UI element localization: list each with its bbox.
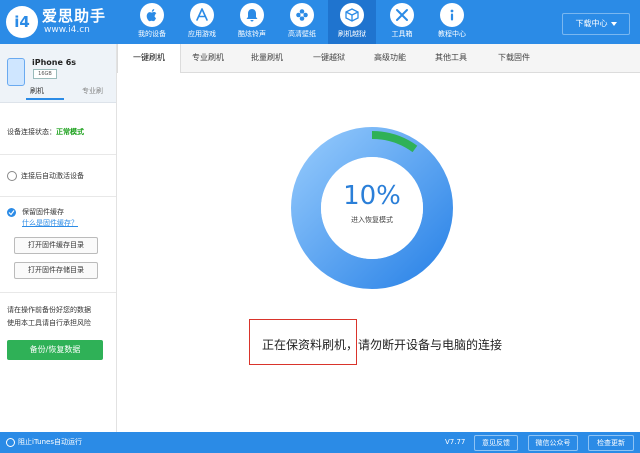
progress-ring: 10% 进入恢复模式 bbox=[287, 123, 457, 293]
device-card: iPhone 6s 16GB 刷机 专业刷 bbox=[0, 44, 116, 103]
block-itunes-radio[interactable] bbox=[6, 438, 15, 447]
phone-icon bbox=[7, 58, 25, 86]
tab-download-firmware[interactable]: 下载固件 bbox=[483, 44, 545, 72]
nav-tutorials[interactable]: 教程中心 bbox=[428, 0, 476, 44]
progress-percent: 10% bbox=[343, 181, 401, 211]
tab-advanced[interactable]: 高级功能 bbox=[361, 44, 419, 72]
tab-pro-flash[interactable]: 专业刷机 bbox=[179, 44, 237, 72]
block-itunes-label: 阻止iTunes自动运行 bbox=[18, 438, 82, 446]
warning-line-1: 请在操作前备份好您的数据 bbox=[7, 306, 91, 314]
apple-icon bbox=[140, 3, 164, 27]
device-tab-pro[interactable]: 专业刷 bbox=[82, 86, 103, 96]
brand-name: 爱思助手 bbox=[42, 7, 107, 25]
info-icon bbox=[440, 3, 464, 27]
open-cache-dir-button[interactable]: 打开固件缓存目录 bbox=[14, 237, 98, 254]
device-name: iPhone 6s bbox=[32, 58, 77, 67]
download-center-button[interactable]: 下载中心 bbox=[562, 13, 630, 35]
progress-status: 进入恢复模式 bbox=[351, 216, 393, 224]
bell-icon bbox=[240, 3, 264, 27]
divider bbox=[0, 154, 116, 155]
highlight-box bbox=[249, 319, 357, 365]
title-bar: i4 爱思助手 www.i4.cn 我的设备 应用游戏 酷炫铃声 高清壁纸 刷机… bbox=[0, 0, 640, 44]
device-tab-indicator bbox=[26, 98, 64, 100]
box-icon bbox=[340, 3, 364, 27]
tab-jailbreak[interactable]: 一键越狱 bbox=[297, 44, 361, 72]
version-label: V7.77 bbox=[445, 438, 466, 446]
tab-bar: 一键刷机 专业刷机 批量刷机 一键越狱 高级功能 其他工具 下载固件 bbox=[117, 44, 640, 73]
auto-activate-radio[interactable] bbox=[7, 171, 17, 181]
keep-cache-checkbox[interactable] bbox=[7, 208, 16, 217]
wechat-button[interactable]: 微信公众号 bbox=[528, 435, 578, 451]
feedback-button[interactable]: 意见反馈 bbox=[474, 435, 518, 451]
open-store-dir-button[interactable]: 打开固件存储目录 bbox=[14, 262, 98, 279]
status-bar: 阻止iTunes自动运行 V7.77 意见反馈 微信公众号 检查更新 bbox=[0, 432, 640, 453]
status-value: 正常模式 bbox=[56, 128, 84, 136]
tab-one-click-flash[interactable]: 一键刷机 bbox=[117, 44, 181, 73]
nav-apps-games[interactable]: 应用游戏 bbox=[178, 0, 226, 44]
divider bbox=[0, 292, 116, 293]
brand-url: www.i4.cn bbox=[44, 25, 90, 35]
device-storage: 16GB bbox=[33, 69, 57, 79]
keep-cache-label: 保留固件缓存 bbox=[22, 208, 64, 216]
device-tab-flash[interactable]: 刷机 bbox=[30, 86, 44, 96]
tab-batch-flash[interactable]: 批量刷机 bbox=[237, 44, 297, 72]
tools-icon bbox=[390, 3, 414, 27]
what-is-cache-link[interactable]: 什么是固件缓存？ bbox=[22, 218, 78, 228]
nav-toolbox[interactable]: 工具箱 bbox=[378, 0, 426, 44]
auto-activate-label: 连接后自动激活设备 bbox=[21, 172, 84, 180]
tab-other-tools[interactable]: 其他工具 bbox=[419, 44, 483, 72]
sidebar: iPhone 6s 16GB 刷机 专业刷 设备连接状态：正常模式 连接后自动激… bbox=[0, 44, 117, 432]
divider bbox=[0, 196, 116, 197]
nav-my-device[interactable]: 我的设备 bbox=[128, 0, 176, 44]
nav-flash-jailbreak[interactable]: 刷机越狱 bbox=[328, 0, 376, 44]
check-update-button[interactable]: 检查更新 bbox=[588, 435, 634, 451]
flower-icon bbox=[290, 3, 314, 27]
warning-line-2: 使用本工具请自行承担风险 bbox=[7, 319, 91, 327]
i4-logo: i4 bbox=[6, 6, 38, 38]
backup-restore-button[interactable]: 备份/恢复数据 bbox=[7, 340, 103, 360]
connection-status: 设备连接状态：正常模式 bbox=[7, 128, 84, 136]
app-store-icon bbox=[190, 3, 214, 27]
chevron-down-icon bbox=[610, 21, 617, 26]
nav-wallpapers[interactable]: 高清壁纸 bbox=[278, 0, 326, 44]
main-panel: 10% 进入恢复模式 正在保资料刷机，请勿断开设备与电脑的连接 bbox=[117, 73, 640, 432]
nav-ringtones[interactable]: 酷炫铃声 bbox=[228, 0, 276, 44]
